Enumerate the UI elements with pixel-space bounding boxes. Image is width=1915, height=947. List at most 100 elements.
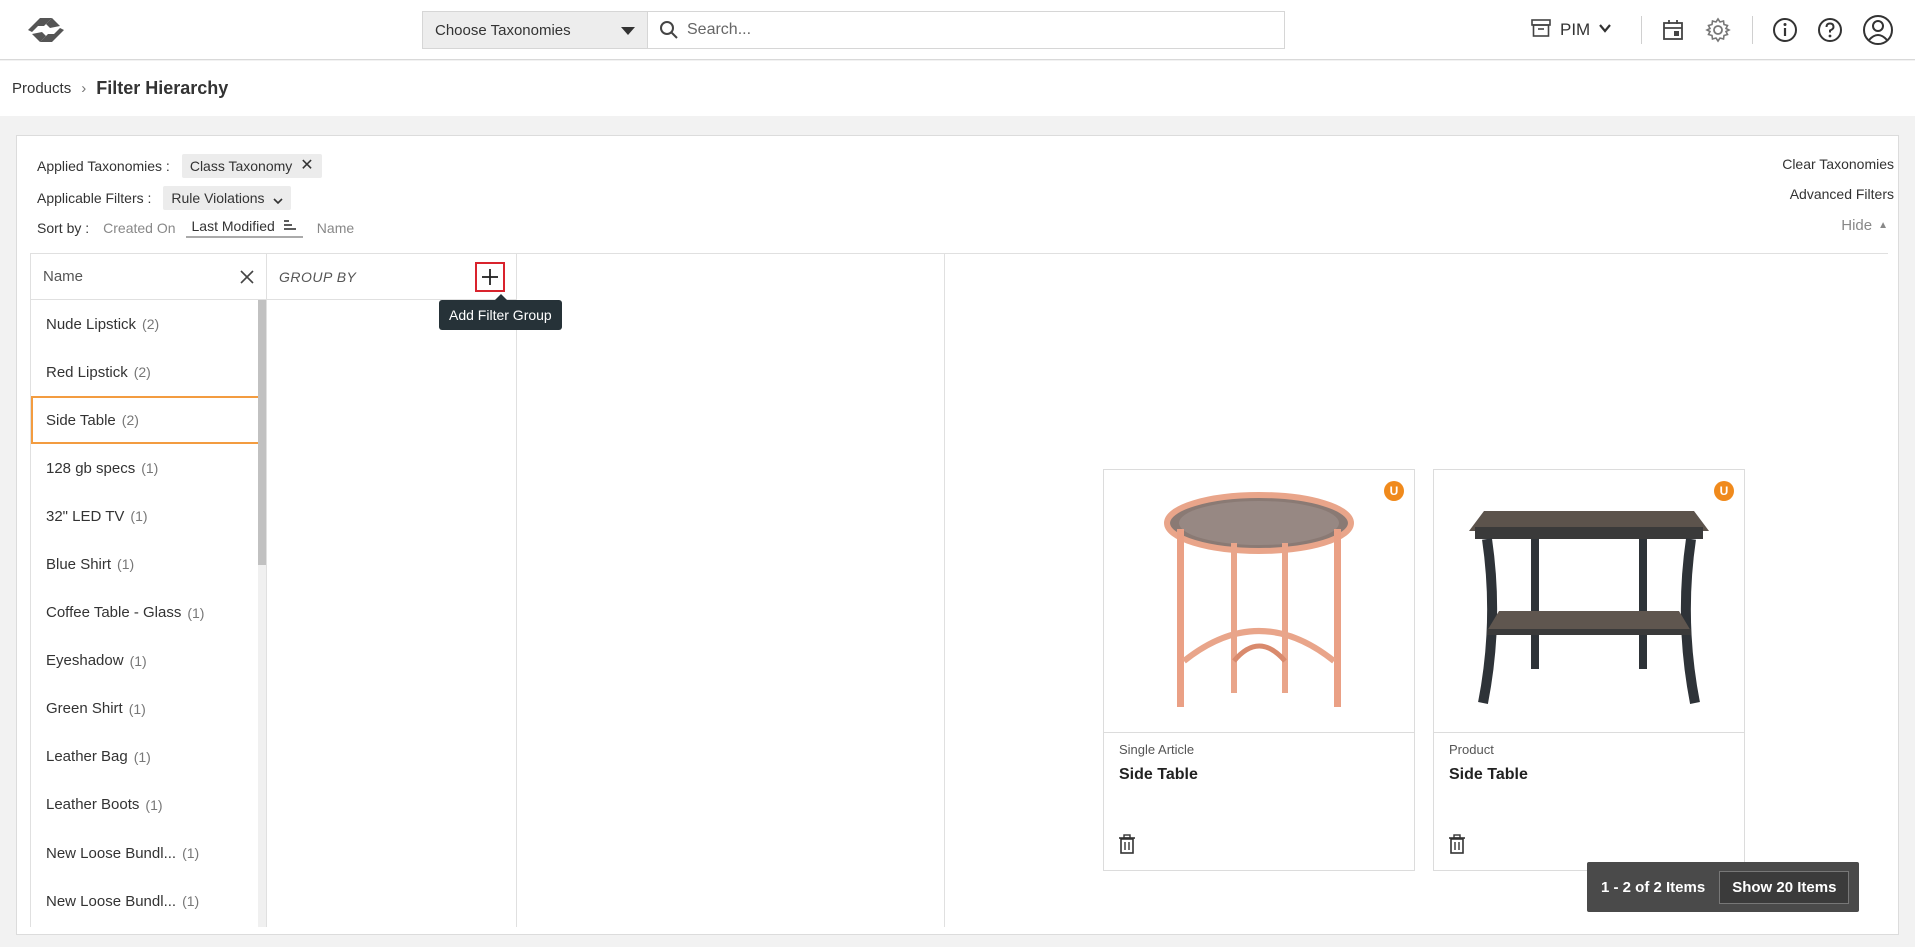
close-icon[interactable] bbox=[236, 266, 258, 288]
list-item-count: (1) bbox=[117, 556, 135, 573]
list-item-count: (2) bbox=[121, 412, 139, 429]
calendar-icon[interactable] bbox=[1657, 14, 1689, 46]
product-image: U bbox=[1434, 470, 1744, 733]
breadcrumb-products-link[interactable]: Products bbox=[12, 80, 71, 97]
list-item-count: (1) bbox=[182, 845, 200, 862]
list-item-name: Nude Lipstick bbox=[46, 315, 137, 333]
user-avatar-icon[interactable] bbox=[1861, 14, 1895, 46]
list-item-count: (1) bbox=[133, 748, 151, 765]
product-card[interactable]: U Single Article Side Table bbox=[1103, 469, 1415, 871]
add-filter-group-tooltip: Add Filter Group bbox=[439, 294, 562, 330]
name-list: Nude Lipstick (2) Red Lipstick (2) Side Ta… bbox=[31, 300, 262, 927]
list-item-name: Eyeshadow bbox=[46, 652, 124, 670]
list-item-name: Leather Boots bbox=[46, 796, 140, 814]
list-item-count: (2) bbox=[133, 364, 151, 381]
sort-created-on[interactable]: Created On bbox=[103, 220, 175, 236]
list-item[interactable]: Coffee Table - Glass (1) bbox=[31, 589, 262, 637]
list-header: Name bbox=[31, 254, 266, 300]
status-badge: U bbox=[1714, 481, 1734, 501]
status-badge: U bbox=[1384, 481, 1404, 501]
sort-last-modified[interactable]: Last Modified bbox=[185, 218, 303, 238]
applicable-filters-row: Applicable Filters : Rule Violations bbox=[37, 186, 291, 210]
list-item-count: (1) bbox=[182, 893, 200, 910]
list-item-name: Green Shirt bbox=[46, 700, 123, 718]
divider bbox=[1641, 16, 1642, 44]
taxonomy-chip[interactable]: Class Taxonomy ✕ bbox=[181, 154, 322, 178]
taxonomy-select[interactable]: Choose Taxonomies bbox=[422, 11, 647, 49]
search-input[interactable] bbox=[687, 21, 1247, 39]
add-filter-group-button[interactable] bbox=[475, 262, 505, 292]
list-item[interactable]: Blue Shirt (1) bbox=[31, 540, 262, 588]
filter-group-column bbox=[517, 254, 945, 927]
list-item-count: (1) bbox=[128, 700, 146, 717]
gear-icon[interactable] bbox=[1702, 14, 1734, 46]
card-title[interactable]: Side Table bbox=[1449, 766, 1528, 784]
info-icon[interactable] bbox=[1769, 14, 1801, 46]
remove-chip-icon[interactable]: ✕ bbox=[300, 158, 313, 174]
clear-taxonomies-link[interactable]: Clear Taxonomies bbox=[1782, 156, 1894, 172]
product-image: U bbox=[1104, 470, 1414, 733]
card-type: Product bbox=[1449, 742, 1494, 757]
list-item-count: (1) bbox=[145, 796, 163, 813]
card-type: Single Article bbox=[1119, 742, 1195, 757]
show-items-button[interactable]: Show 20 Items bbox=[1719, 870, 1850, 904]
product-card[interactable]: U Product Side Table bbox=[1433, 469, 1745, 871]
list-item-name: 32" LED TV bbox=[46, 507, 125, 525]
list-item[interactable]: Green Shirt (1) bbox=[31, 685, 262, 733]
side-table-square-image bbox=[1469, 511, 1709, 704]
triangle-up-icon: ▲ bbox=[1878, 220, 1888, 231]
list-item[interactable]: New Loose Bundl... (1) bbox=[31, 829, 262, 877]
hide-toggle[interactable]: Hide ▲ bbox=[1841, 217, 1888, 234]
group-by-column: GROUP BY bbox=[267, 254, 517, 927]
list-scrollbar-thumb[interactable] bbox=[258, 300, 266, 565]
taxonomy-select-label: Choose Taxonomies bbox=[435, 21, 571, 39]
list-item[interactable]: Red Lipstick (2) bbox=[31, 348, 262, 396]
taxonomy-chip-label: Class Taxonomy bbox=[189, 158, 293, 174]
trash-icon[interactable] bbox=[1448, 834, 1466, 854]
help-icon[interactable] bbox=[1814, 14, 1846, 46]
chevron-down-icon bbox=[272, 193, 283, 205]
page-title: Filter Hierarchy bbox=[96, 78, 229, 98]
search-box[interactable] bbox=[647, 11, 1285, 49]
search-icon bbox=[659, 20, 679, 40]
top-bar: Choose Taxonomies PIM bbox=[0, 0, 1915, 60]
list-item[interactable]: Leather Bag (1) bbox=[31, 733, 262, 781]
list-item-name: New Loose Bundl... bbox=[46, 892, 177, 910]
list-item[interactable]: Eyeshadow (1) bbox=[31, 637, 262, 685]
chevron-down-icon bbox=[1598, 20, 1612, 40]
list-item[interactable]: 128 gb specs (1) bbox=[31, 444, 262, 492]
main-panel: Applied Taxonomies : Class Taxonomy ✕ Ap… bbox=[16, 135, 1899, 935]
chevron-right-icon: › bbox=[81, 80, 87, 97]
list-item-selected[interactable]: Side Table (2) bbox=[31, 396, 262, 445]
side-table-round-image bbox=[1164, 492, 1354, 707]
app-logo-icon[interactable] bbox=[22, 12, 70, 48]
list-item-name: Blue Shirt bbox=[46, 555, 112, 573]
list-item-count: (1) bbox=[130, 508, 148, 525]
advanced-filters-link[interactable]: Advanced Filters bbox=[1790, 186, 1894, 202]
sort-row: Sort by : Created On Last Modified Name bbox=[37, 218, 354, 238]
list-item-name: Leather Bag bbox=[46, 748, 128, 766]
sort-order-icon bbox=[283, 218, 297, 234]
list-item[interactable]: New Loose Bundl... (1) bbox=[31, 877, 262, 925]
workspace-switcher[interactable]: PIM bbox=[1530, 14, 1612, 46]
workspace-label: PIM bbox=[1560, 20, 1591, 39]
list-item-count: (2) bbox=[142, 316, 160, 332]
divider bbox=[1752, 16, 1753, 44]
applied-taxonomies-row: Applied Taxonomies : Class Taxonomy ✕ bbox=[37, 154, 322, 178]
breadcrumb: Products › Filter Hierarchy bbox=[0, 61, 1915, 116]
trash-icon[interactable] bbox=[1118, 834, 1136, 854]
applicable-filters-label: Applicable Filters : bbox=[37, 190, 152, 206]
rule-violations-dropdown[interactable]: Rule Violations bbox=[163, 186, 291, 210]
card-title[interactable]: Side Table bbox=[1119, 766, 1198, 784]
list-item[interactable]: 32" LED TV (1) bbox=[31, 492, 262, 540]
group-by-label: GROUP BY bbox=[279, 268, 357, 285]
list-item[interactable]: Nude Lipstick (2) bbox=[31, 300, 262, 348]
sort-name[interactable]: Name bbox=[317, 220, 354, 236]
group-by-header: GROUP BY bbox=[267, 254, 516, 300]
list-item-count: (1) bbox=[141, 460, 159, 477]
list-item[interactable]: Leather Boots (1) bbox=[31, 781, 262, 829]
list-item-count: (1) bbox=[129, 652, 147, 669]
caret-down-icon bbox=[621, 27, 635, 35]
list-scrollbar[interactable] bbox=[258, 300, 266, 927]
archive-icon bbox=[1530, 17, 1552, 44]
